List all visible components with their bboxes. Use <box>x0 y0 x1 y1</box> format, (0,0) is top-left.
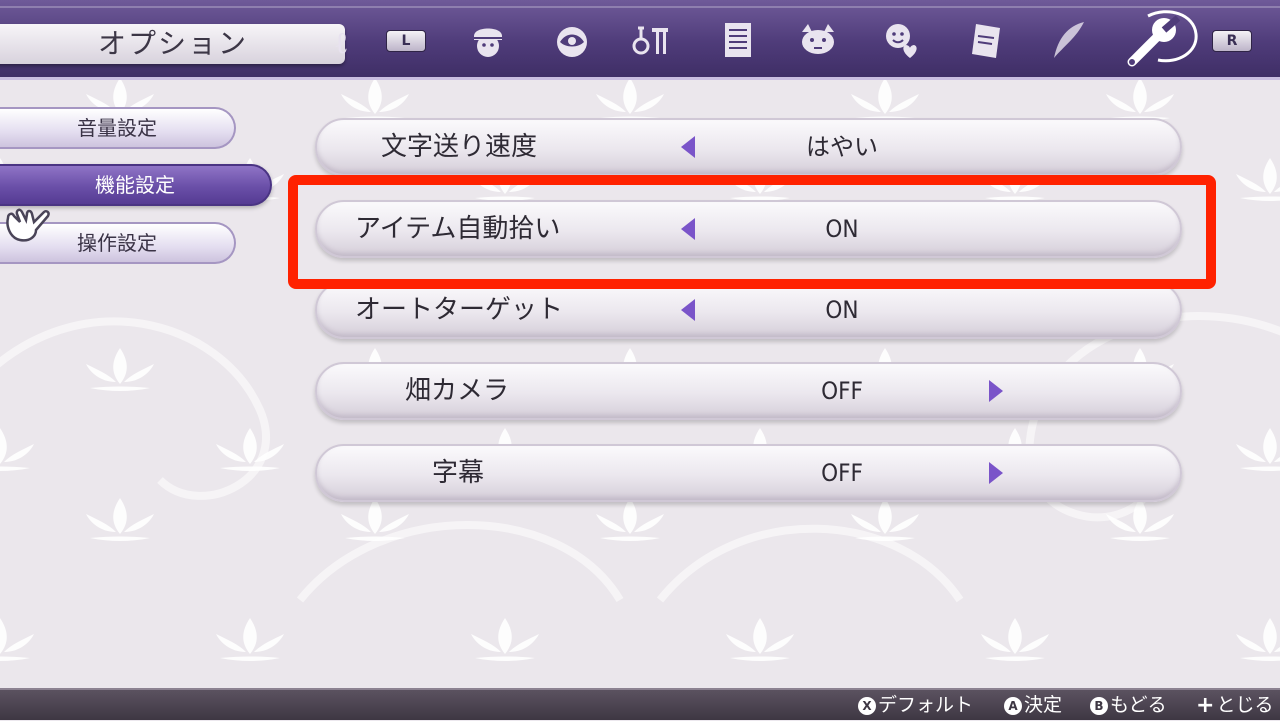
option-row-field-camera[interactable]: 畑カメラ OFF <box>315 362 1182 420</box>
l-shoulder-button[interactable]: L <box>386 30 426 52</box>
hint-label: デフォルト <box>878 694 974 716</box>
quill-icon[interactable] <box>1046 18 1090 62</box>
option-label: 字幕 <box>432 458 485 488</box>
option-row-text-speed[interactable]: 文字送り速度 はやい <box>315 118 1182 176</box>
footer-bar: X デフォルト A 決定 B もどる + とじる <box>0 688 1280 720</box>
title-flourish-icon: ℓ <box>334 26 349 61</box>
wrench-icon[interactable] <box>1118 8 1198 70</box>
option-value: ON <box>825 296 859 324</box>
option-value: OFF <box>821 377 863 405</box>
option-label: 畑カメラ <box>405 376 510 406</box>
option-row-auto-target[interactable]: オートターゲット ON <box>315 281 1182 339</box>
hint-confirm[interactable]: A 決定 <box>1004 690 1062 720</box>
hand-pointer-icon <box>2 196 52 246</box>
option-label: オートターゲット <box>355 295 564 325</box>
hint-label: もどる <box>1110 694 1167 716</box>
arrow-right-icon[interactable] <box>989 462 1003 484</box>
header-bar: オプション ℓ L R <box>0 0 1280 80</box>
orb-eye-icon[interactable] <box>550 18 594 62</box>
arrow-left-icon[interactable] <box>681 299 695 321</box>
hint-close[interactable]: + とじる <box>1196 690 1273 720</box>
arrow-right-icon[interactable] <box>989 380 1003 402</box>
option-value: OFF <box>821 459 863 487</box>
hint-label: 決定 <box>1024 694 1063 716</box>
sidebar-item-volume[interactable]: 音量設定 <box>0 107 236 149</box>
a-button-icon: A <box>1004 696 1022 715</box>
arrow-left-icon[interactable] <box>681 136 695 158</box>
heart-face-icon[interactable] <box>880 18 924 62</box>
header-divider <box>0 6 1280 8</box>
plus-button-icon: + <box>1196 692 1215 718</box>
animal-icon[interactable] <box>796 18 840 62</box>
hint-back[interactable]: B もどる <box>1090 690 1167 720</box>
weapon-rack-icon[interactable] <box>630 18 674 62</box>
character-face-icon[interactable] <box>466 18 510 62</box>
hint-label: とじる <box>1216 694 1274 716</box>
option-label: 文字送り速度 <box>381 132 538 162</box>
option-value: はやい <box>806 133 878 161</box>
hint-default[interactable]: X デフォルト <box>858 690 973 720</box>
r-shoulder-button[interactable]: R <box>1212 30 1252 52</box>
x-button-icon: X <box>858 696 876 715</box>
book-icon[interactable] <box>964 18 1008 62</box>
document-list-icon[interactable] <box>716 18 760 62</box>
option-row-subtitles[interactable]: 字幕 OFF <box>315 444 1182 502</box>
b-button-icon: B <box>1090 696 1108 715</box>
highlight-box <box>288 175 1216 289</box>
page-title: オプション <box>98 27 249 60</box>
